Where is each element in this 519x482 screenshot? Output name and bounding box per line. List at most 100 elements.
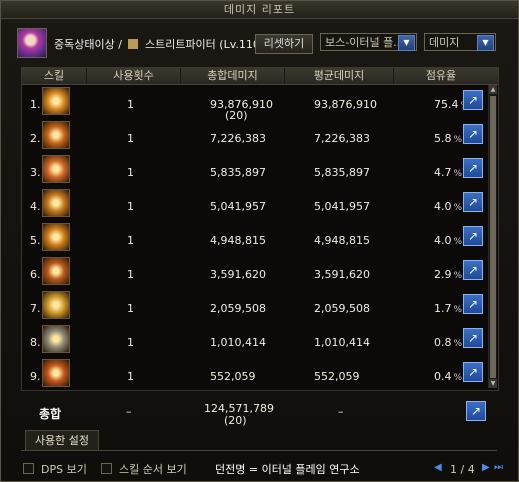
dps-checkbox[interactable] [23, 463, 34, 474]
tab-used-settings[interactable]: 사용한 설정 [25, 430, 99, 451]
last-page-icon[interactable]: ⏭ [494, 462, 506, 474]
col-total[interactable]: 총합데미지 [181, 68, 285, 84]
skill-spike-icon [42, 189, 70, 217]
share-icon[interactable]: ↗ [463, 226, 483, 246]
use-count: 1 [127, 98, 134, 111]
rank-number: 2. [30, 132, 41, 145]
skill-order-checkbox[interactable] [101, 463, 112, 474]
avg-damage: 3,591,620 [314, 268, 370, 281]
rank-number: 8. [30, 336, 41, 349]
damage-type-value: 데미지 [429, 36, 460, 49]
dps-label: DPS 보기 [41, 463, 87, 476]
total-damage: 552,059 [210, 370, 256, 383]
use-count: 1 [127, 166, 134, 179]
scroll-down-icon[interactable]: ▼ [489, 379, 497, 388]
scroll-thumb[interactable] [490, 96, 496, 378]
use-count: 1 [127, 234, 134, 247]
damage-report-window: 데미지 리포트 중독상태이상 / 스트리트파이터 (Lv.110) 리셋하기 보… [0, 0, 519, 482]
col-avg[interactable]: 평균데미지 [285, 68, 394, 84]
avg-damage: 7,226,383 [314, 132, 370, 145]
character-job: 스트리트파이터 (Lv.110) [144, 38, 265, 51]
share-icon[interactable]: ↗ [463, 294, 483, 314]
share-icon[interactable]: ↗ [463, 328, 483, 348]
avg-damage: 93,876,910 [314, 98, 377, 111]
boss-select-value: 보스-이터널 플... [325, 36, 404, 49]
skill-table: 스킬 사용횟수 총합데미지 평균데미지 점유율 1. 1 93,876,910 (20… [21, 67, 499, 391]
summary-avg: – [338, 405, 344, 418]
skill-pillar-icon [42, 291, 70, 319]
use-count: 1 [127, 336, 134, 349]
prev-page-icon[interactable]: ◀ [434, 462, 446, 474]
col-uses[interactable]: 사용횟수 [87, 68, 181, 84]
share-value: 4.0 [434, 234, 452, 247]
skill-claw-icon [42, 359, 70, 387]
col-share[interactable]: 점유율 [394, 68, 488, 84]
share-value: 75.4 [434, 98, 459, 111]
total-damage: 7,226,383 [210, 132, 266, 145]
character-info: 중독상태이상 / 스트리트파이터 (Lv.110) [54, 36, 264, 52]
divider [21, 450, 497, 451]
skill-order-label: 스킬 순서 보기 [119, 463, 187, 476]
page-indicator: 1 / 4 [450, 463, 475, 476]
table-row: 6. 1 3,591,620 3,591,620 2.9% ↗ [22, 255, 488, 289]
summary-total-sub: (20) [224, 414, 247, 427]
avg-damage: 4,948,815 [314, 234, 370, 247]
share-percent: 0.4% [434, 370, 462, 383]
boss-select[interactable]: 보스-이터널 플... ▼ [320, 33, 417, 51]
share-value: 0.4 [434, 370, 452, 383]
total-damage: 5,835,897 [210, 166, 266, 179]
share-icon[interactable]: ↗ [463, 192, 483, 212]
total-damage: 4,948,815 [210, 234, 266, 247]
table-header: 스킬 사용횟수 총합데미지 평균데미지 점유율 [22, 68, 498, 85]
percent-sign: % [453, 237, 463, 247]
table-row: 1.193,876,910(20)93,876,91075.4%↗ [22, 85, 488, 122]
table-row: 5. 1 4,948,815 4,948,815 4.0% ↗ [22, 221, 488, 255]
share-value: 4.7 [434, 166, 452, 179]
col-skill[interactable]: 스킬 [22, 68, 87, 84]
scroll-up-icon[interactable]: ▲ [489, 85, 497, 94]
share-icon[interactable]: ↗ [463, 158, 483, 178]
total-damage: 1,010,414 [210, 336, 266, 349]
share-percent: 0.8% [434, 336, 462, 349]
next-page-icon[interactable]: ▶ [482, 462, 494, 474]
use-count: 1 [127, 370, 134, 383]
avg-damage: 5,041,957 [314, 200, 370, 213]
share-icon[interactable]: ↗ [466, 401, 486, 421]
share-percent: 1.7% [434, 302, 462, 315]
reset-button[interactable]: 리셋하기 [255, 34, 313, 54]
share-percent: 2.9% [434, 268, 462, 281]
avg-damage: 552,059 [314, 370, 360, 383]
table-row: 4. 1 5,041,957 5,041,957 4.0% ↗ [22, 187, 488, 221]
summary-row: 총합 – 124,571,789 (20) – ↗ [21, 393, 497, 427]
share-icon[interactable]: ↗ [463, 362, 483, 382]
scrollbar[interactable]: ▲ ▼ [488, 85, 497, 388]
separator: / [118, 38, 122, 51]
avg-damage: 5,835,897 [314, 166, 370, 179]
share-percent: 4.7% [434, 166, 462, 179]
share-percent: 4.0% [434, 234, 462, 247]
share-icon[interactable]: ↗ [463, 124, 483, 144]
damage-type-select[interactable]: 데미지 ▼ [424, 33, 496, 51]
chevron-down-icon[interactable]: ▼ [477, 35, 494, 51]
table-row: 8. 1 1,010,414 1,010,414 0.8% ↗ [22, 323, 488, 357]
share-value: 1.7 [434, 302, 452, 315]
rank-number: 3. [30, 166, 41, 179]
percent-sign: % [453, 135, 463, 145]
rank-number: 4. [30, 200, 41, 213]
share-icon[interactable]: ↗ [463, 260, 483, 280]
report-header: 중독상태이상 / 스트리트파이터 (Lv.110) 리셋하기 보스-이터널 플.… [17, 27, 503, 61]
avg-damage: 1,010,414 [314, 336, 370, 349]
total-damage: 5,041,957 [210, 200, 266, 213]
skill-ring-icon [42, 223, 70, 251]
rank-number: 5. [30, 234, 41, 247]
chevron-down-icon[interactable]: ▼ [398, 35, 415, 51]
percent-sign: % [453, 169, 463, 179]
share-icon[interactable]: ↗ [463, 90, 483, 110]
use-count: 1 [127, 132, 134, 145]
skill-explode-icon [42, 257, 70, 285]
skill-burst-icon [42, 121, 70, 149]
use-count: 1 [127, 268, 134, 281]
use-count: 1 [127, 302, 134, 315]
percent-sign: % [453, 339, 463, 349]
skill-flame-icon [42, 155, 70, 183]
